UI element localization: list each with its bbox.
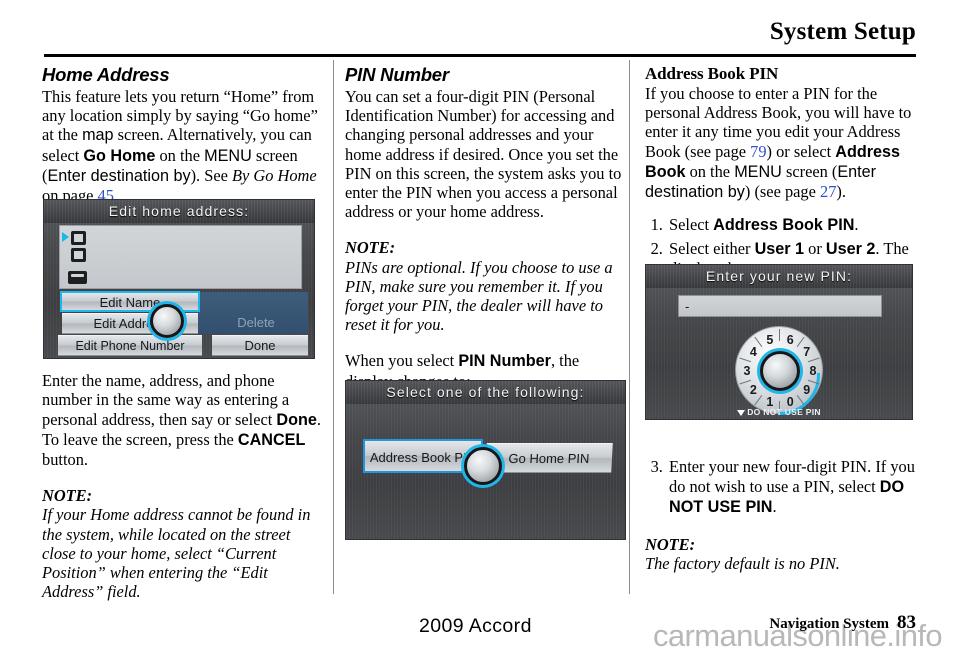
dial-digit-5[interactable]: 5 xyxy=(763,333,777,347)
text-frag: or xyxy=(804,238,826,258)
note-pin-number: NOTE: PINs are optional. If you choose to… xyxy=(345,238,626,334)
pin-rotary-dial[interactable]: 1234567890 xyxy=(735,326,823,415)
address-icon xyxy=(71,248,86,262)
dial-digit-2[interactable]: 2 xyxy=(746,383,760,397)
footer-page-number: 83 xyxy=(897,612,916,633)
text-enter-destination-by: Enter destination by xyxy=(47,166,191,185)
text-pin-number: PIN Number xyxy=(458,352,551,371)
dial-digit-4[interactable]: 4 xyxy=(746,345,760,359)
joystick-knob-icon[interactable] xyxy=(150,304,184,338)
column-divider-1 xyxy=(333,60,334,594)
column-2: PIN Number You can set a four-digit PIN … xyxy=(345,64,626,540)
text-map: map xyxy=(82,126,114,145)
steps-list-2: Enter your new four-digit PIN. If you do… xyxy=(645,457,926,518)
navi-title-select-one: Select one of the following: xyxy=(346,381,625,404)
text-address-book-pin: Address Book PIN xyxy=(713,216,855,235)
text-frag: Enter your new four-digit PIN. If you do… xyxy=(669,457,915,496)
page-header: System Setup xyxy=(44,18,916,58)
phone-icon xyxy=(68,271,87,284)
do-not-use-pin-label[interactable]: DO NOT USE PIN xyxy=(646,407,912,417)
footer-manual-info: Navigation System 83 xyxy=(769,612,916,634)
pin-input-field[interactable]: - xyxy=(678,295,882,317)
person-icon xyxy=(71,231,86,245)
dial-digit-6[interactable]: 6 xyxy=(783,333,797,347)
text-done: Done xyxy=(276,410,317,429)
navi-title-enter-new-pin: Enter your new PIN: xyxy=(646,265,912,288)
navi-screen-edit-home-address: Edit home address: Delete Edit Name Edit… xyxy=(43,199,315,359)
dial-tick xyxy=(779,329,780,341)
footer-manual-name: Navigation System xyxy=(769,616,889,632)
navi-screen-enter-new-pin: Enter your new PIN: - 1234567890 DO NOT … xyxy=(645,264,913,420)
text-frag: When you select xyxy=(345,351,459,371)
paragraph-enter-name-address: Enter the name, address, and phone numbe… xyxy=(42,371,323,469)
navi-button-go-home-pin[interactable]: Go Home PIN xyxy=(485,443,613,473)
note-body: The factory default is no PIN. xyxy=(645,553,840,573)
dial-digit-9[interactable]: 9 xyxy=(800,383,814,397)
column-divider-2 xyxy=(629,60,630,594)
text-user-2: User 2 xyxy=(825,239,876,258)
page-title: System Setup xyxy=(769,18,916,45)
heading-home-address: Home Address xyxy=(42,64,170,85)
paragraph-pin-number-intro: You can set a four-digit PIN (Personal I… xyxy=(345,87,622,222)
text-go-home: Go Home xyxy=(83,146,156,165)
joystick-knob-icon[interactable] xyxy=(464,447,502,485)
text-frag: . xyxy=(854,215,859,235)
text-frag: ). See xyxy=(190,165,232,185)
navi-title-edit-home-address: Edit home address: xyxy=(44,200,314,223)
text-frag: ) (see page xyxy=(744,182,820,202)
text-frag: Enter the name, address, and phone numbe… xyxy=(42,371,290,429)
text-frag: button. xyxy=(42,450,88,470)
dial-digit-3[interactable]: 3 xyxy=(740,364,754,378)
text-frag: screen ( xyxy=(781,161,838,181)
text-frag: ) or select xyxy=(766,141,836,161)
column-1: Home Address This feature lets you retur… xyxy=(42,64,323,601)
cursor-arrow-icon xyxy=(62,232,69,242)
text-menu: MENU xyxy=(204,146,252,165)
do-not-use-pin-text: DO NOT USE PIN xyxy=(747,407,821,417)
text-frag: ). xyxy=(836,182,846,202)
footer-model-year: 2009 Accord xyxy=(419,615,532,637)
paragraph-address-book-pin-intro: If you choose to enter a PIN for the per… xyxy=(645,84,926,202)
text-user-1: User 1 xyxy=(754,239,805,258)
text-by-go-home: By Go Home xyxy=(231,165,317,185)
text-frag: on the xyxy=(155,145,205,165)
heading-address-book-pin: Address Book PIN xyxy=(645,64,779,83)
page-reference-79[interactable]: 79 xyxy=(750,142,766,161)
text-menu: MENU xyxy=(734,162,782,181)
note-label: NOTE: xyxy=(645,534,696,554)
dial-digit-8[interactable]: 8 xyxy=(806,364,820,378)
home-address-list-panel xyxy=(59,225,302,289)
note-label: NOTE: xyxy=(42,486,93,506)
triangle-down-icon xyxy=(737,410,746,416)
text-frag: Select xyxy=(669,215,714,235)
text-cancel: CANCEL xyxy=(237,430,306,449)
note-home-address: NOTE: If your Home address cannot be foun… xyxy=(42,486,323,601)
dial-digit-7[interactable]: 7 xyxy=(800,345,814,359)
navi-button-done[interactable]: Done xyxy=(212,335,308,356)
list-item: Enter your new four-digit PIN. If you do… xyxy=(667,457,926,518)
navi-screen-select-pin-type: Select one of the following: Go Home PIN… xyxy=(345,380,626,540)
header-rule xyxy=(44,54,916,57)
note-body: PINs are optional. If you choose to use … xyxy=(345,257,613,335)
text-frag: Select either xyxy=(669,238,755,258)
heading-pin-number: PIN Number xyxy=(345,64,449,85)
navi-button-edit-phone-number[interactable]: Edit Phone Number xyxy=(58,335,202,356)
paragraph-home-address-intro: This feature lets you return “Home” from… xyxy=(42,87,323,205)
text-frag: . xyxy=(772,497,777,517)
note-label: NOTE: xyxy=(345,238,396,258)
note-address-book-pin: NOTE: The factory default is no PIN. xyxy=(645,535,926,573)
text-frag: on the xyxy=(685,161,735,181)
note-body: If your Home address cannot be found in … xyxy=(42,505,311,602)
navi-button-delete[interactable]: Delete xyxy=(204,313,308,334)
list-item: Select Address Book PIN. xyxy=(667,215,926,236)
page-reference-27[interactable]: 27 xyxy=(820,182,836,201)
column-3: Address Book PIN If you choose to enter … xyxy=(645,64,926,573)
